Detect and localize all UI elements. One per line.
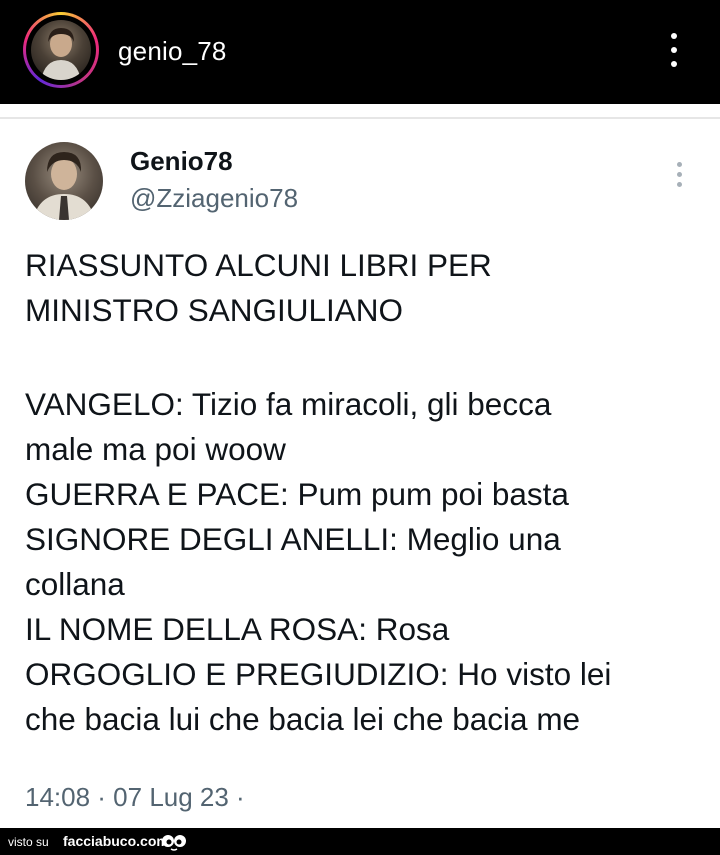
tweet-text: RIASSUNTO ALCUNI LIBRI PER MINISTRO SANG… — [25, 243, 705, 742]
instagram-avatar-figure — [41, 28, 81, 80]
tweet-avatar-figure — [33, 152, 95, 220]
tweet-line: RIASSUNTO ALCUNI LIBRI PER — [25, 247, 492, 283]
watermark-footer: visto su facciabuco.com — [0, 828, 720, 855]
instagram-username[interactable]: genio_78 — [118, 36, 227, 67]
instagram-avatar[interactable] — [23, 12, 99, 88]
tweet-avatar[interactable] — [25, 142, 103, 220]
tweet-line: MINISTRO SANGIULIANO — [25, 292, 404, 328]
instagram-avatar-photo — [31, 20, 91, 80]
more-vertical-icon[interactable] — [664, 30, 684, 70]
instagram-header: genio_78 — [0, 0, 720, 104]
tweet-line: IL NOME DELLA ROSA: Rosa — [25, 611, 450, 647]
tweet-handle[interactable]: @Zziagenio78 — [130, 183, 298, 214]
divider — [0, 117, 720, 119]
tweet-line: male ma poi woow — [25, 431, 286, 467]
tweet-line: SIGNORE DEGLI ANELLI: Meglio una — [25, 521, 561, 557]
tweet-line: GUERRA E PACE: Pum pum poi basta — [25, 476, 569, 512]
tweet-timestamp[interactable]: 14:08 · 07 Lug 23 · — [25, 782, 245, 813]
tweet-display-name[interactable]: Genio78 — [130, 146, 233, 177]
watermark-site: facciabuco.com — [63, 833, 169, 849]
eyes-logo-icon — [162, 835, 186, 851]
watermark-prefix: visto su — [8, 835, 49, 849]
tweet-line: ORGOGLIO E PREGIUDIZIO: Ho visto lei — [25, 656, 612, 692]
tweet-line: collana — [25, 566, 125, 602]
more-vertical-icon[interactable] — [672, 160, 686, 190]
tweet-line: che bacia lui che bacia lei che bacia me — [25, 701, 581, 737]
tweet-line: VANGELO: Tizio fa miracoli, gli becca — [25, 386, 552, 422]
instagram-avatar-frame — [26, 15, 96, 85]
